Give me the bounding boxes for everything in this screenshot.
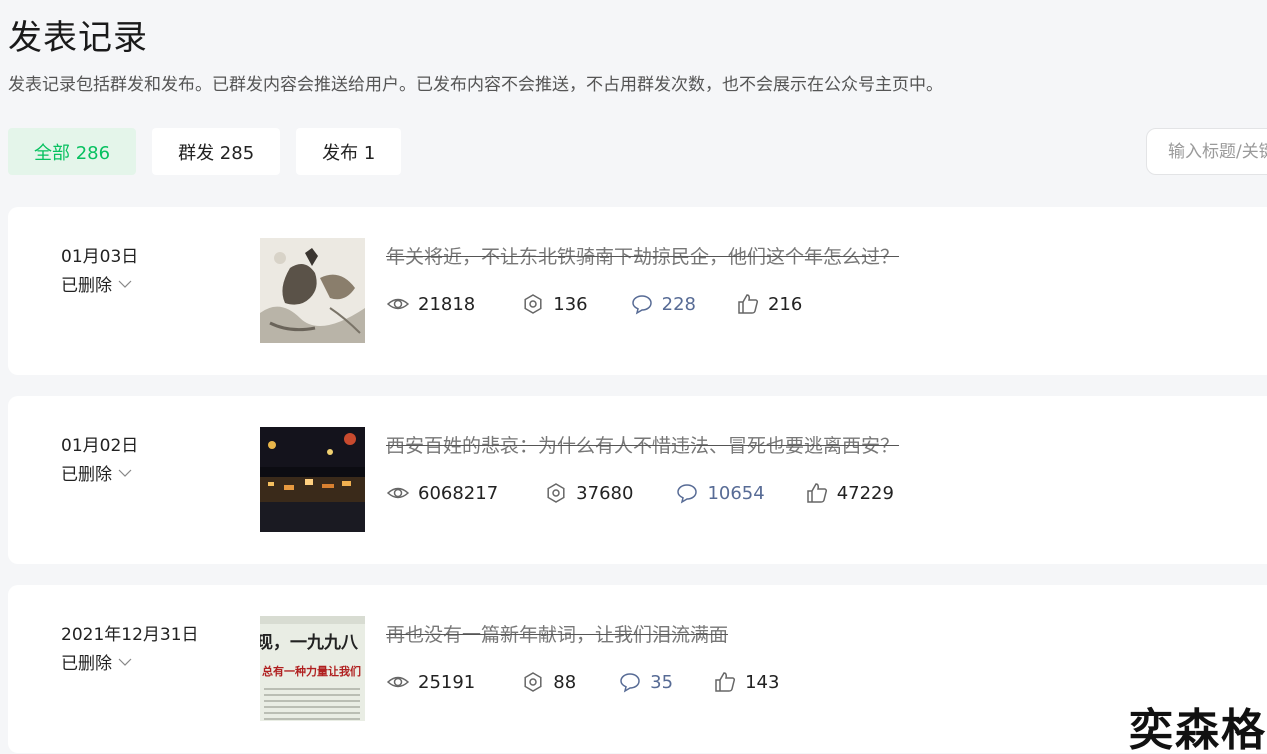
ink-painting-horseman-thumbnail[interactable] [260, 238, 365, 343]
page-description: 发表记录包括群发和发布。已群发内容会推送给用户。已发布内容不会推送，不占用群发次… [8, 75, 943, 95]
comments-count: 10654 [707, 482, 765, 504]
chevron-down-icon [118, 469, 132, 477]
newspaper-subheadline: 总有一种力量让我们 [262, 665, 361, 678]
thumbs-up-icon [715, 672, 736, 692]
page-title: 发表记录 [8, 18, 148, 58]
views-count: 25191 [418, 671, 476, 693]
shares-count: 37680 [576, 482, 634, 504]
record-card: 01月03日 已删除 年关将近，不让东北铁骑南下劫掠民企，他们这个年怎么过？ 2… [8, 207, 1267, 375]
views-stat: 6068217 [386, 481, 498, 505]
record-status-dropdown[interactable]: 已删除 [61, 271, 132, 296]
newspaper-thumbnail[interactable]: 现，一九九八 总有一种力量让我们 [260, 616, 365, 721]
search-input[interactable] [1146, 128, 1267, 175]
comments-stat[interactable]: 228 [630, 292, 696, 316]
likes-count: 47229 [836, 482, 894, 504]
comment-bubble-icon [631, 295, 652, 315]
views-count: 21818 [418, 293, 476, 315]
views-stat: 25191 [386, 670, 475, 694]
eye-icon [386, 298, 410, 310]
watermark-logo: 奕森格 [1129, 705, 1267, 754]
thumbs-up-icon [738, 294, 759, 314]
shares-count: 88 [553, 671, 577, 693]
filter-tabs: 全部 286 群发 285 发布 1 [8, 128, 402, 175]
eye-icon [386, 676, 410, 688]
record-status-dropdown[interactable]: 已删除 [61, 649, 132, 674]
record-date: 01月03日 [61, 247, 139, 267]
record-title-link[interactable]: 年关将近，不让东北铁骑南下劫掠民企，他们这个年怎么过？ [386, 242, 899, 269]
likes-count: 143 [745, 671, 780, 693]
views-count: 6068217 [418, 482, 499, 504]
chevron-down-icon [118, 280, 132, 288]
newspaper-headline: 现，一九九八 [260, 633, 358, 653]
record-card: 01月02日 已删除 西安百姓的悲哀：为什么有人不惜违法、冒死也要逃离西安？ 6… [8, 396, 1267, 564]
share-network-icon [547, 483, 565, 503]
record-stats: 21818 136 228 216 [386, 292, 802, 316]
tab-publish[interactable]: 发布 1 [296, 128, 402, 175]
record-stats: 25191 88 35 143 [386, 670, 779, 694]
comments-count: 228 [661, 293, 696, 315]
likes-stat: 47229 [805, 481, 894, 505]
record-date: 2021年12月31日 [61, 625, 199, 645]
comment-bubble-icon [620, 673, 640, 693]
record-title-link[interactable]: 再也没有一篇新年献词，让我们泪流满面 [386, 620, 728, 647]
comment-bubble-icon [677, 484, 698, 504]
record-status-label: 已删除 [61, 276, 112, 296]
share-network-icon [524, 672, 542, 692]
likes-stat: 216 [736, 292, 802, 316]
comments-count: 35 [650, 671, 674, 693]
record-card: 2021年12月31日 已删除 现，一九九八 总有一种力量让我们 再也没有一篇新… [8, 585, 1267, 753]
views-stat: 21818 [386, 292, 475, 316]
record-stats: 6068217 37680 10654 47229 [386, 481, 894, 505]
comments-stat[interactable]: 35 [618, 670, 673, 694]
share-network-icon [524, 294, 542, 314]
record-title-link[interactable]: 西安百姓的悲哀：为什么有人不惜违法、冒死也要逃离西安？ [386, 431, 899, 458]
shares-count: 136 [553, 293, 588, 315]
tab-mass-send[interactable]: 群发 285 [152, 128, 281, 175]
record-status-label: 已删除 [61, 654, 112, 674]
chevron-down-icon [118, 658, 132, 666]
likes-count: 216 [767, 293, 803, 315]
shares-stat: 136 [521, 292, 588, 316]
record-status-dropdown[interactable]: 已删除 [61, 460, 132, 485]
comments-stat[interactable]: 10654 [675, 481, 765, 505]
record-date: 01月02日 [61, 436, 139, 456]
likes-stat: 143 [713, 670, 779, 694]
record-status-label: 已删除 [61, 465, 112, 485]
thumbs-up-icon [806, 483, 827, 503]
tab-all[interactable]: 全部 286 [8, 128, 137, 175]
shares-stat: 37680 [544, 481, 633, 505]
shares-stat: 88 [521, 670, 576, 694]
night-city-thumbnail[interactable] [260, 427, 365, 532]
eye-icon [386, 487, 410, 499]
